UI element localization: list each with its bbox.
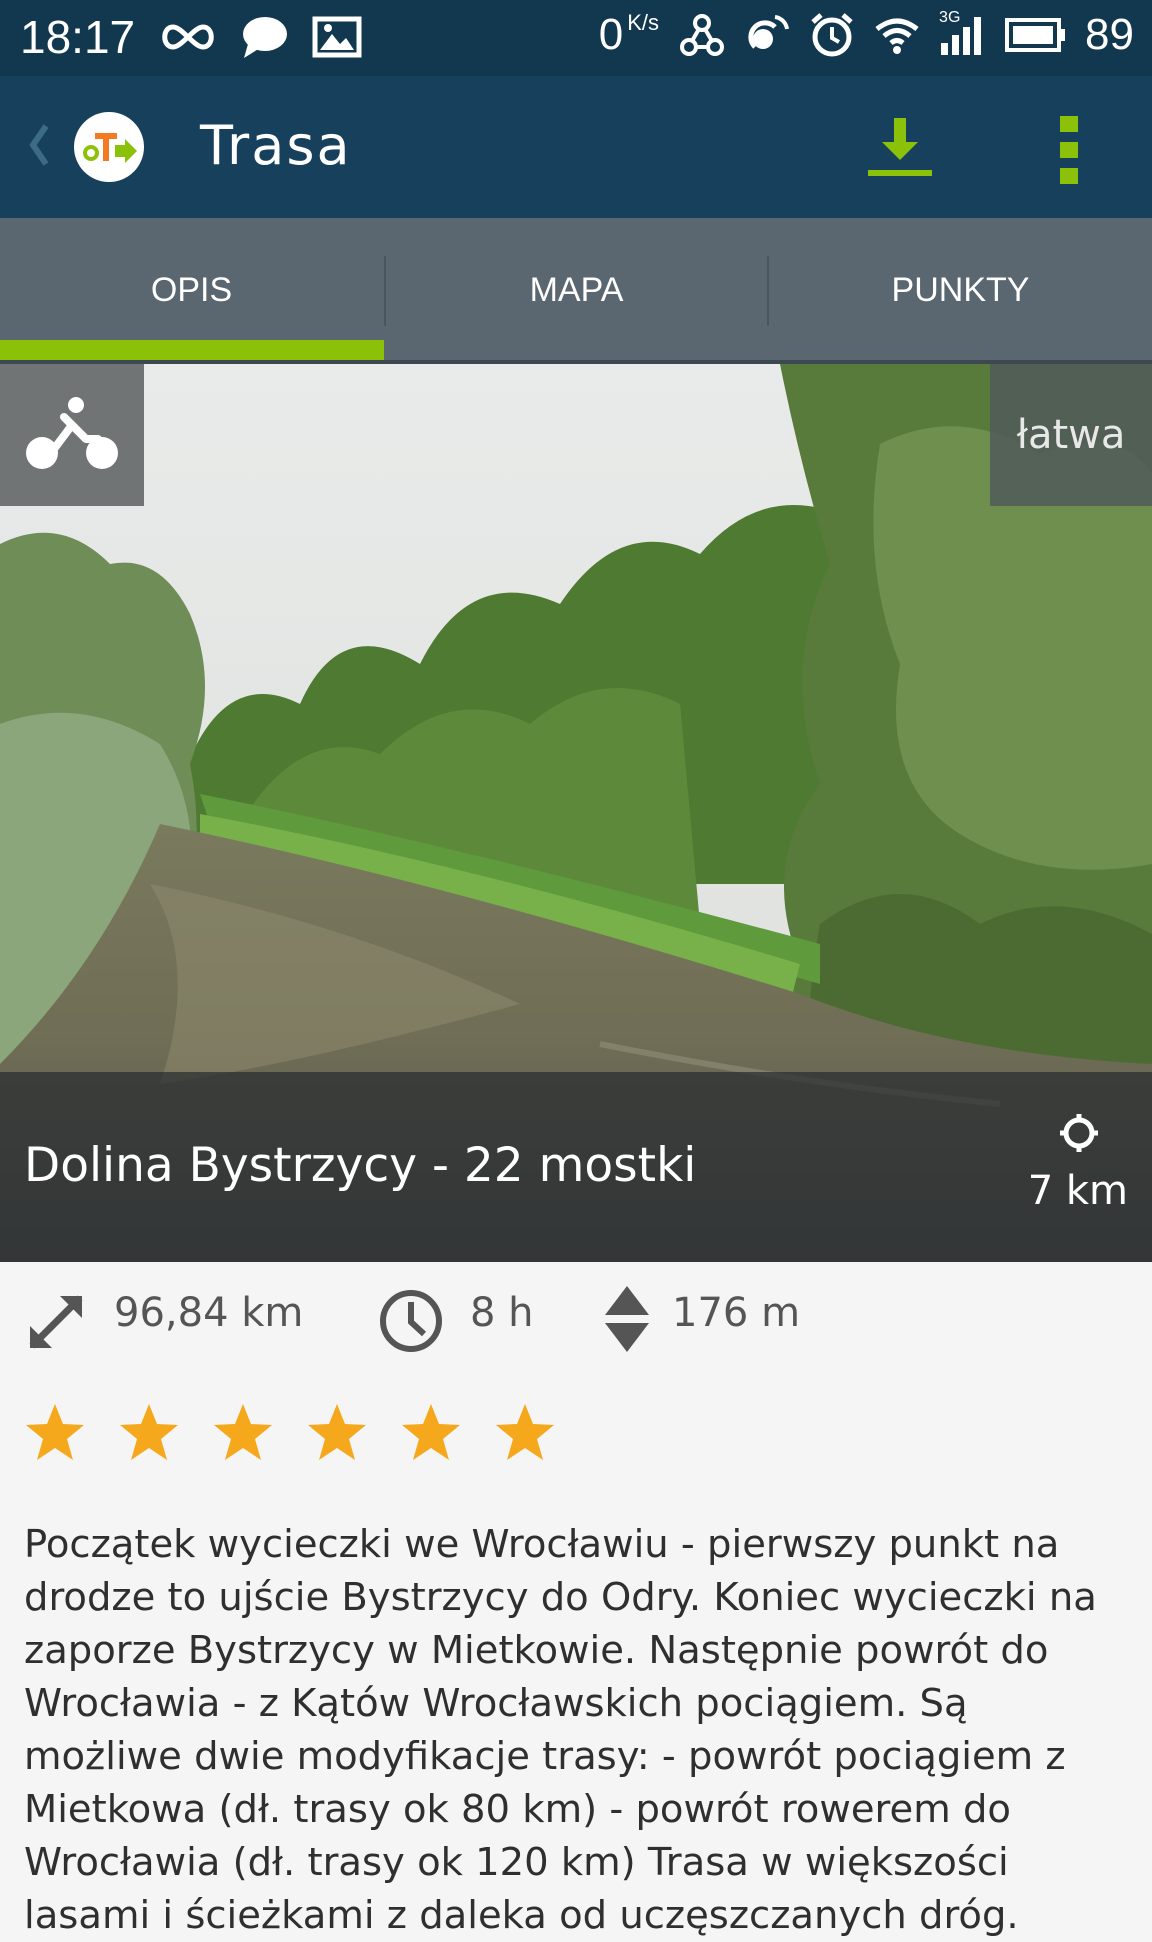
bicycle-icon: [26, 397, 118, 469]
page-title: Trasa: [200, 114, 352, 177]
star-icon: [214, 1404, 272, 1460]
route-duration: 8 h: [470, 1290, 534, 1336]
battery-level: 89: [1085, 10, 1134, 59]
status-bar: 18:17 0 K/s 3G 89: [0, 0, 1152, 76]
chat-bubble-icon: [243, 17, 287, 58]
net-speed-unit: K/s: [627, 10, 660, 35]
alarm-icon: [811, 13, 853, 57]
tab-punkty[interactable]: PUNKTY: [769, 218, 1152, 362]
image-icon: [312, 16, 362, 58]
resize-arrow-icon: [29, 1295, 83, 1349]
active-tab-indicator: [0, 340, 384, 360]
star-icon: [26, 1404, 84, 1460]
net-speed-value: 0: [598, 10, 624, 59]
more-vert-icon[interactable]: [1052, 112, 1088, 188]
distance-from-user: 7 km: [1027, 1168, 1128, 1214]
status-time: 18:17: [20, 11, 136, 63]
star-icon: [120, 1404, 178, 1460]
route-elevation: 176 m: [672, 1290, 801, 1336]
route-rating: [24, 1402, 556, 1464]
app-logo-icon[interactable]: [74, 112, 144, 182]
hotspot-icon: [748, 15, 790, 49]
wifi-icon: [875, 18, 919, 54]
difficulty-badge: łatwa: [990, 364, 1152, 506]
infinity-icon: [162, 24, 214, 50]
star-icon: [496, 1404, 554, 1460]
clock-icon: [380, 1290, 442, 1352]
star-icon: [308, 1404, 366, 1460]
route-length: 96,84 km: [114, 1290, 304, 1336]
target-location-icon: [1060, 1114, 1098, 1152]
route-description: Początek wycieczki we Wrocławiu - pierws…: [24, 1522, 1097, 1938]
usb-share-icon: [680, 14, 725, 56]
tab-mapa[interactable]: MAPA: [385, 218, 768, 362]
battery-icon: [1005, 18, 1066, 52]
app-bar: Trasa: [0, 76, 1152, 218]
elevation-icon: [605, 1286, 649, 1352]
download-icon[interactable]: [862, 116, 938, 180]
activity-type-badge: [0, 364, 144, 506]
route-name: Dolina Bystrzycy - 22 mostki: [24, 1138, 697, 1193]
back-chevron-icon[interactable]: [28, 122, 50, 168]
star-icon: [402, 1404, 460, 1460]
signal-icon: [941, 17, 982, 55]
